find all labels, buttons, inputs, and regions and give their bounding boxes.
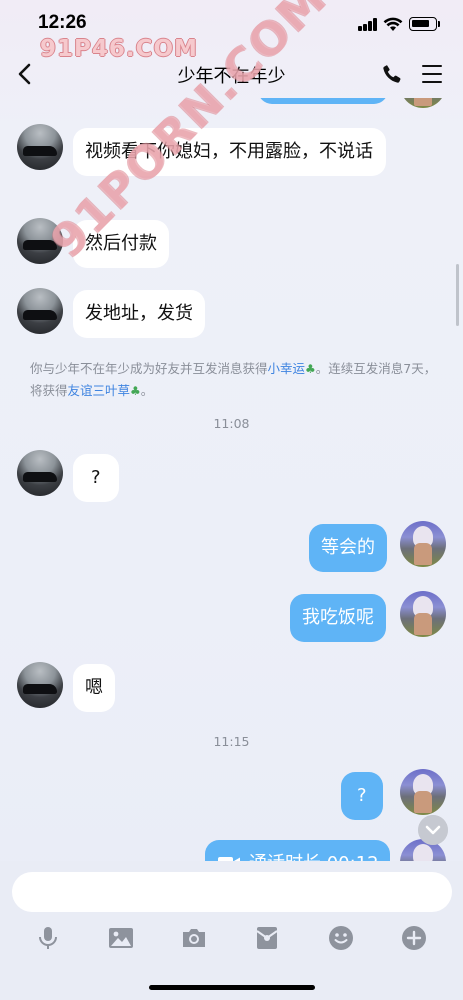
- avatar-contact[interactable]: [17, 124, 63, 170]
- plus-icon[interactable]: [401, 925, 427, 951]
- avatar-contact[interactable]: [17, 288, 63, 334]
- tip-link-clover[interactable]: 友谊三叶草: [68, 383, 131, 398]
- image-icon[interactable]: [108, 925, 134, 951]
- menu-icon[interactable]: [422, 65, 442, 84]
- message-bubble[interactable]: ?: [341, 772, 383, 820]
- cellular-signal-icon: [358, 18, 378, 31]
- message-bubble[interactable]: 等会的: [309, 524, 387, 572]
- scrollbar[interactable]: [456, 264, 459, 326]
- avatar-contact[interactable]: [17, 662, 63, 708]
- wifi-icon: [383, 17, 403, 31]
- home-indicator: [149, 985, 315, 990]
- red-packet-icon[interactable]: [254, 925, 280, 951]
- message-bubble[interactable]: ?: [73, 454, 119, 502]
- message-bubble[interactable]: 发地址，发货: [73, 290, 205, 338]
- video-call-icon: [218, 857, 240, 861]
- phone-call-icon[interactable]: [381, 63, 403, 85]
- tip-text: 你与少年不在年少成为好友并互发消息获得: [30, 361, 268, 376]
- call-duration-text: 通话时长 00:12: [249, 853, 379, 861]
- battery-cap: [438, 21, 440, 27]
- battery-icon: [409, 17, 437, 31]
- message-bubble[interactable]: 嗯: [73, 664, 115, 712]
- input-bar: [0, 861, 463, 1000]
- avatar-contact[interactable]: [17, 450, 63, 496]
- message-bubble-partial: [258, 98, 388, 104]
- avatar-self[interactable]: [400, 769, 446, 815]
- status-time: 12:26: [38, 12, 87, 33]
- avatar-self[interactable]: [400, 591, 446, 637]
- tip-text: 。: [140, 383, 154, 398]
- watermark-header: 91P46.COM: [40, 36, 198, 62]
- scroll-to-bottom-icon[interactable]: [418, 815, 448, 845]
- avatar-self[interactable]: [400, 521, 446, 567]
- call-duration-bubble[interactable]: 通话时长 00:12: [205, 840, 390, 861]
- friendship-system-tip: 你与少年不在年少成为好友并互发消息获得小幸运♣。连续互发消息7天，将获得友谊三叶…: [30, 358, 440, 402]
- emoji-icon[interactable]: [328, 925, 354, 951]
- message-input[interactable]: [12, 872, 452, 912]
- microphone-icon[interactable]: [35, 925, 61, 951]
- avatar-self[interactable]: [400, 98, 446, 108]
- timestamp: 11:15: [213, 734, 250, 749]
- sprout-icon: ♣: [305, 362, 316, 376]
- chat-screen: 12:26 91P46.COM 91PORN.COM 少年不在年少 视频看下你媳…: [0, 0, 463, 1000]
- camera-icon[interactable]: [181, 925, 207, 951]
- timestamp: 11:08: [213, 416, 250, 431]
- clover-icon: ♣: [130, 384, 141, 398]
- message-bubble[interactable]: 我吃饭呢: [290, 594, 386, 642]
- tip-link-lucky[interactable]: 小幸运: [268, 361, 306, 376]
